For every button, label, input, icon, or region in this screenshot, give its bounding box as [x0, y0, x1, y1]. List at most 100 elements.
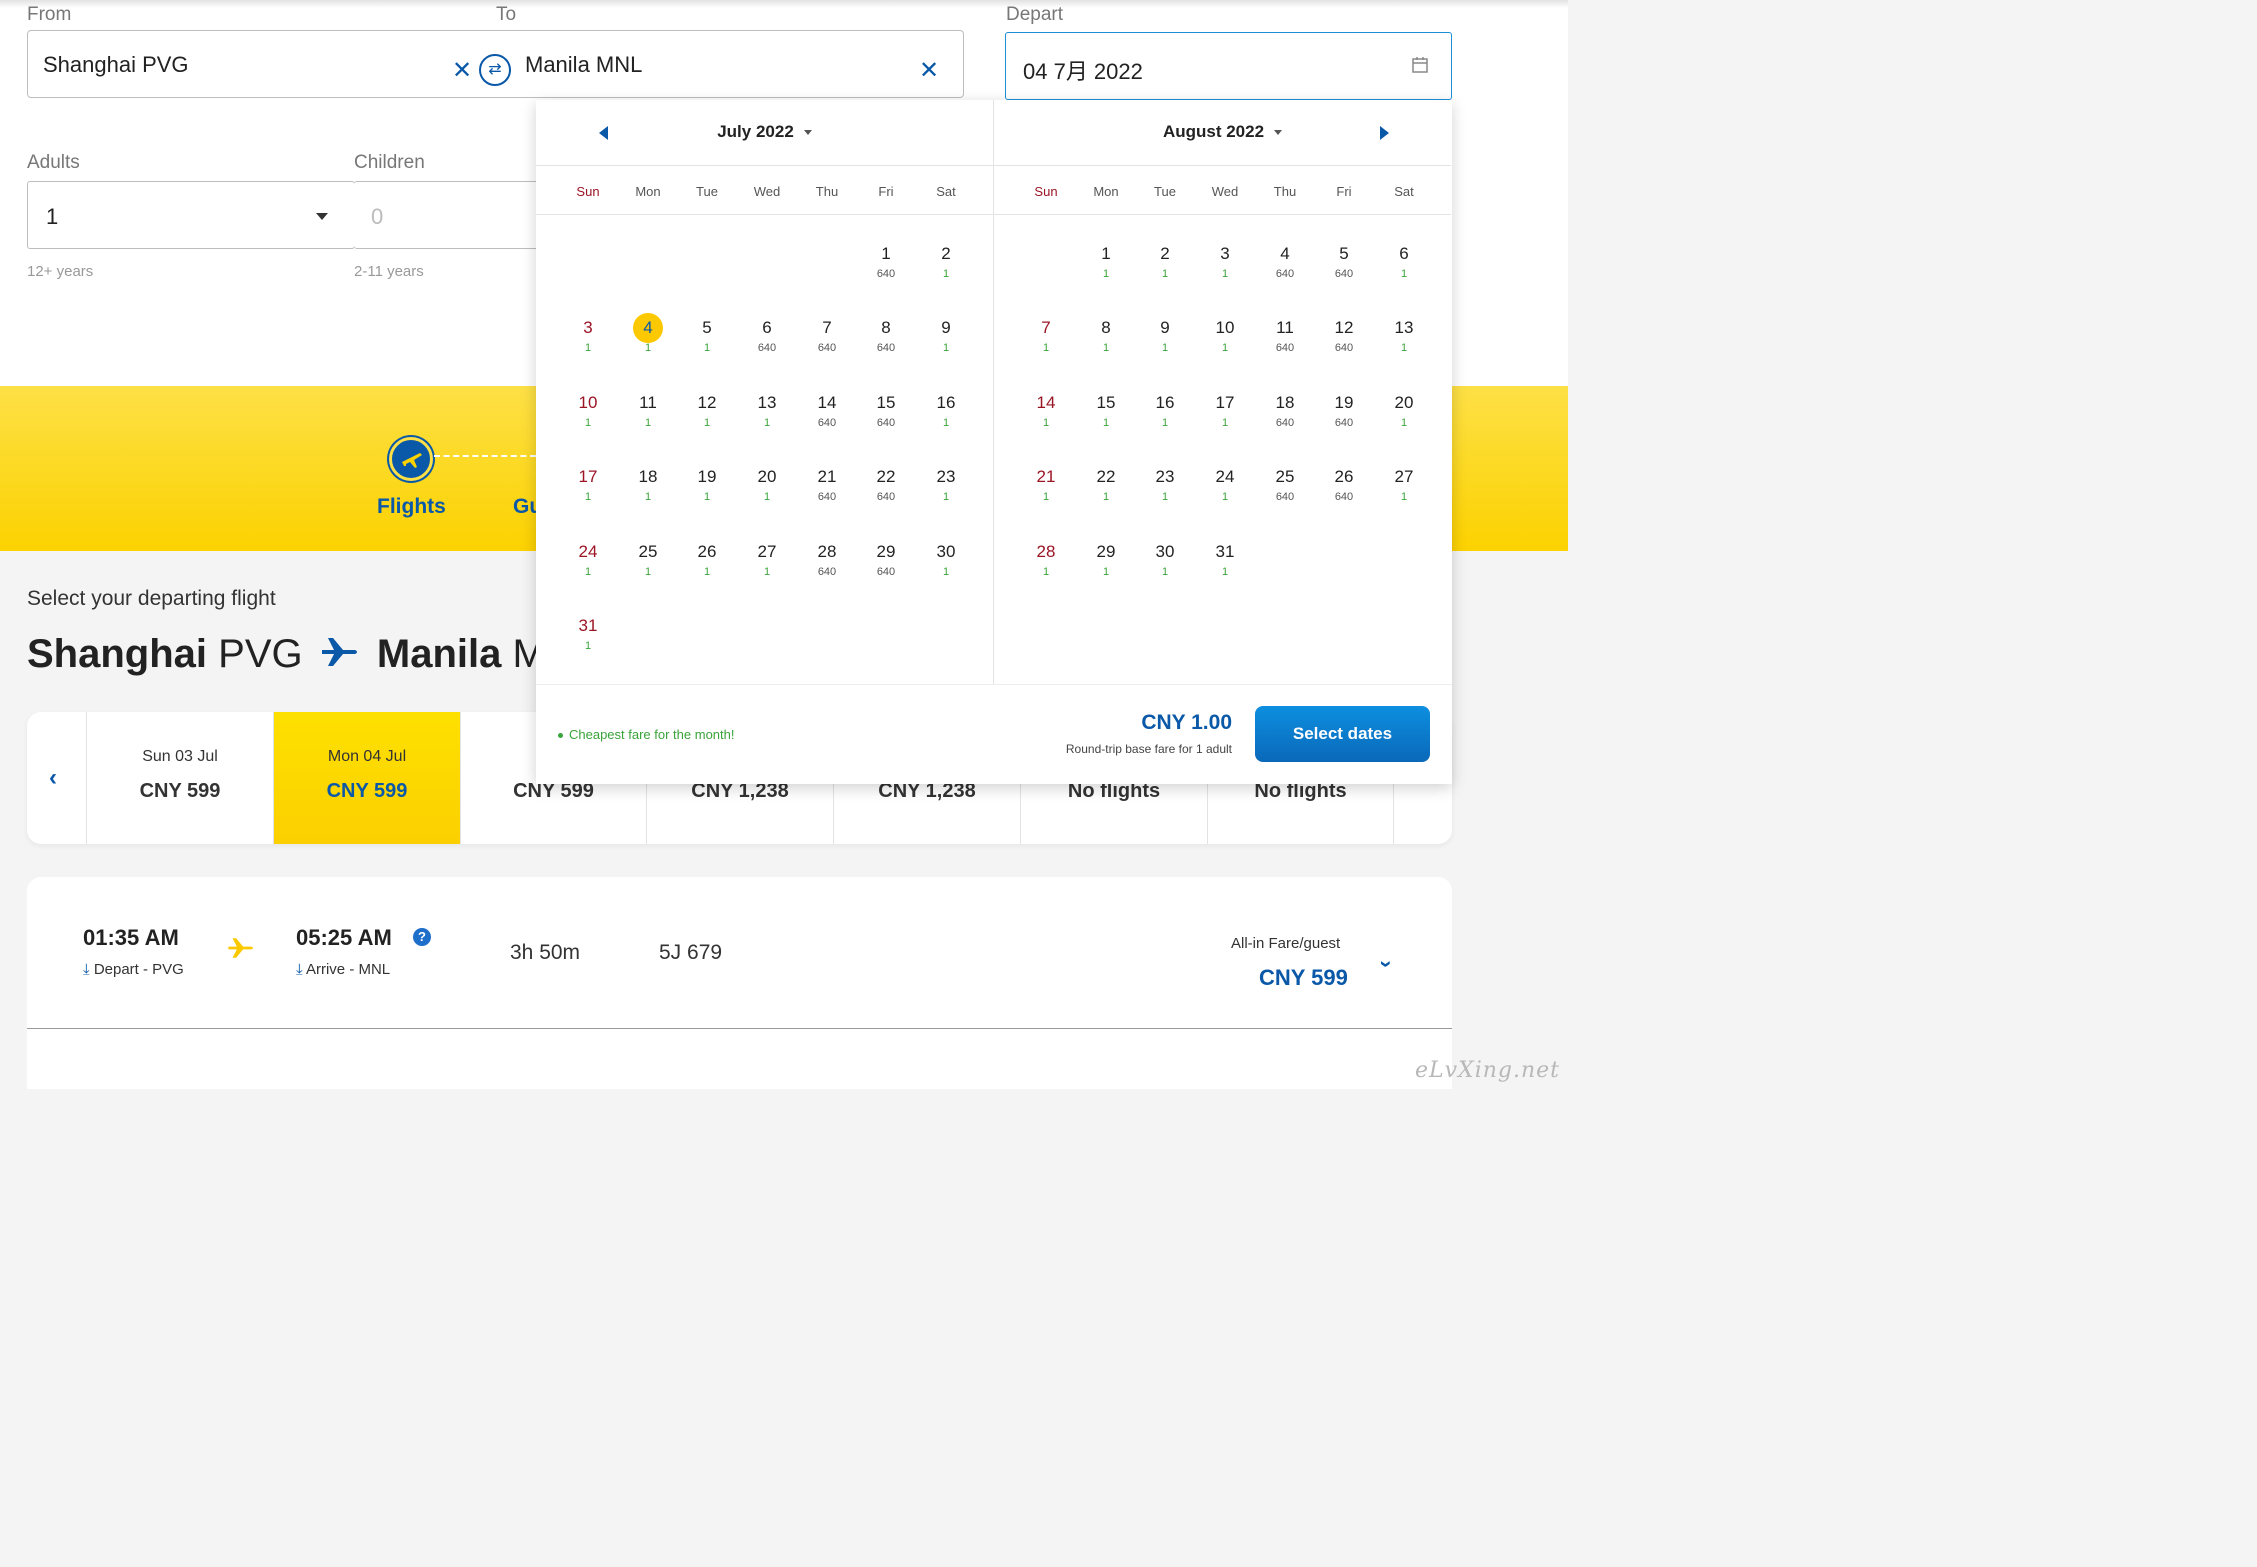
calendar-day[interactable]: 23 1 — [1135, 463, 1195, 523]
calendar-day-number: 6 — [762, 318, 772, 337]
calendar-day[interactable]: 10 1 — [558, 389, 618, 449]
calendar-day[interactable]: 12 1 — [677, 389, 737, 449]
calendar-day[interactable]: 61 — [1374, 240, 1434, 300]
calendar-day[interactable]: 20 1 — [1374, 389, 1434, 449]
calendar-day[interactable]: 30 1 — [916, 538, 976, 598]
adults-select[interactable]: 1 — [27, 181, 355, 249]
calendar-day[interactable]: 23 1 — [916, 463, 976, 523]
calendar-day[interactable]: 24 1 — [558, 538, 618, 598]
calendar-day[interactable]: 6 640 — [737, 314, 797, 374]
calendar-day[interactable]: 4 640 — [1255, 240, 1315, 300]
calendar-day[interactable]: 21 1 — [1016, 463, 1076, 523]
calendar-day-fare: 640 — [876, 491, 896, 503]
calendar-day-fare: 1 — [1102, 566, 1110, 578]
calendar-day-number: 24 — [578, 542, 598, 561]
calendar-day[interactable]: 31 1 — [1195, 538, 1255, 598]
to-value: Manila MNL — [525, 52, 643, 77]
calendar-day[interactable]: 29 1 — [1076, 538, 1136, 598]
month-title[interactable]: August 2022 — [994, 122, 1451, 142]
calendar-day[interactable]: 14 1 — [1016, 389, 1076, 449]
calendar-day[interactable]: 10 1 — [1195, 314, 1255, 374]
calendar-day[interactable]: 31 1 — [558, 612, 618, 672]
fare-price: CNY 599 — [1259, 965, 1348, 990]
help-icon[interactable]: ? — [413, 928, 431, 946]
chevron-down-icon[interactable]: › — [1374, 960, 1400, 967]
calendar-day[interactable]: 1 640 — [856, 240, 916, 300]
calendar-day[interactable]: 27 1 — [1374, 463, 1434, 523]
calendar-day[interactable]: 29 640 — [856, 538, 916, 598]
calendar-day-fare: 640 — [1334, 417, 1354, 429]
calendar-day[interactable]: 14 640 — [797, 389, 857, 449]
calendar-day[interactable]: 16 1 — [916, 389, 976, 449]
calendar-day[interactable]: 11 — [1076, 240, 1136, 300]
calendar-day[interactable]: 19 1 — [677, 463, 737, 523]
select-dates-button[interactable]: Select dates — [1255, 706, 1430, 762]
calendar-day[interactable]: 18 640 — [1255, 389, 1315, 449]
calendar-day[interactable]: 25 640 — [1255, 463, 1315, 523]
calendar-day-number: 16 — [936, 393, 956, 412]
weekday-header: Tue — [696, 184, 718, 199]
calendar-day[interactable]: 26 640 — [1314, 463, 1374, 523]
calendar-day[interactable]: 15 640 — [856, 389, 916, 449]
calendar-day[interactable]: 28 1 — [1016, 538, 1076, 598]
date-strip-prev-icon[interactable]: ‹ — [49, 764, 57, 792]
watermark: eLvXing.net — [1414, 1058, 1560, 1083]
date-strip-cell[interactable]: Sun 03 Jul CNY 599 — [86, 712, 273, 844]
calendar-day[interactable]: 8 640 — [856, 314, 916, 374]
calendar-day[interactable]: 24 1 — [1195, 463, 1255, 523]
calendar-day[interactable]: 91 — [1135, 314, 1195, 374]
to-label: To — [496, 4, 517, 25]
step-flights-marker[interactable] — [389, 437, 433, 481]
depart-date-field[interactable]: 04 7月 2022 — [1005, 32, 1452, 100]
clear-to-icon[interactable]: ✕ — [919, 59, 939, 83]
calendar-day[interactable]: 11 640 — [1255, 314, 1315, 374]
calendar-day[interactable]: 21 640 — [797, 463, 857, 523]
calendar-day[interactable]: 12 640 — [1314, 314, 1374, 374]
calendar-day[interactable]: 31 — [1195, 240, 1255, 300]
to-field[interactable]: Manila MNL ✕ — [496, 30, 964, 98]
children-select[interactable]: 0 — [354, 181, 554, 249]
calendar-day[interactable]: 13 1 — [1374, 314, 1434, 374]
calendar-day[interactable]: 13 1 — [737, 389, 797, 449]
calendar-icon[interactable] — [1411, 56, 1429, 74]
calendar-day[interactable]: 15 1 — [1076, 389, 1136, 449]
children-value: 0 — [371, 204, 384, 229]
calendar-day[interactable]: 20 1 — [737, 463, 797, 523]
depart-airport: Depart - PVG — [93, 961, 184, 978]
clear-from-icon[interactable]: ✕ — [452, 59, 472, 83]
calendar-day[interactable]: 7 640 — [797, 314, 857, 374]
divider — [27, 1028, 1452, 1029]
calendar-day[interactable]: 17 1 — [1195, 389, 1255, 449]
calendar-day[interactable]: 5 640 — [1314, 240, 1374, 300]
calendar-day[interactable]: 51 — [677, 314, 737, 374]
month-title[interactable]: July 2022 — [536, 122, 993, 142]
step-flights-label[interactable]: Flights — [377, 495, 446, 519]
calendar-day[interactable]: 11 1 — [618, 389, 678, 449]
calendar-day[interactable]: 30 1 — [1135, 538, 1195, 598]
flight-card[interactable]: 01:35 AM ⤓ Depart - PVG 05:25 AM ? ⤓ Arr… — [27, 877, 1452, 1089]
calendar-day[interactable]: 21 — [1135, 240, 1195, 300]
calendar-day[interactable]: 18 1 — [618, 463, 678, 523]
calendar-day[interactable]: 81 — [1076, 314, 1136, 374]
calendar-day[interactable]: 19 640 — [1314, 389, 1374, 449]
calendar-day-number: 30 — [936, 542, 956, 561]
calendar-day[interactable]: 21 — [916, 240, 976, 300]
calendar-day[interactable]: 31 — [558, 314, 618, 374]
calendar-day[interactable]: 28 640 — [797, 538, 857, 598]
from-field[interactable]: Shanghai PVG ✕ — [27, 30, 497, 98]
calendar-day[interactable]: 16 1 — [1135, 389, 1195, 449]
calendar-day[interactable]: 91 — [916, 314, 976, 374]
calendar-day[interactable]: 22 640 — [856, 463, 916, 523]
calendar-day[interactable]: 26 1 — [677, 538, 737, 598]
calendar-day[interactable]: 22 1 — [1076, 463, 1136, 523]
calendar-day-fare: 640 — [1334, 342, 1354, 354]
swap-icon[interactable]: ⇄ — [479, 54, 511, 86]
date-strip-price: CNY 599 — [326, 780, 408, 802]
calendar-day-fare: 1 — [1161, 268, 1169, 280]
calendar-day[interactable]: 17 1 — [558, 463, 618, 523]
calendar-day[interactable]: 71 — [1016, 314, 1076, 374]
date-strip-cell[interactable]: Mon 04 Jul CNY 599 — [273, 712, 460, 844]
calendar-day[interactable]: 25 1 — [618, 538, 678, 598]
calendar-day[interactable]: 27 1 — [737, 538, 797, 598]
calendar-day[interactable]: 41 — [618, 313, 678, 374]
